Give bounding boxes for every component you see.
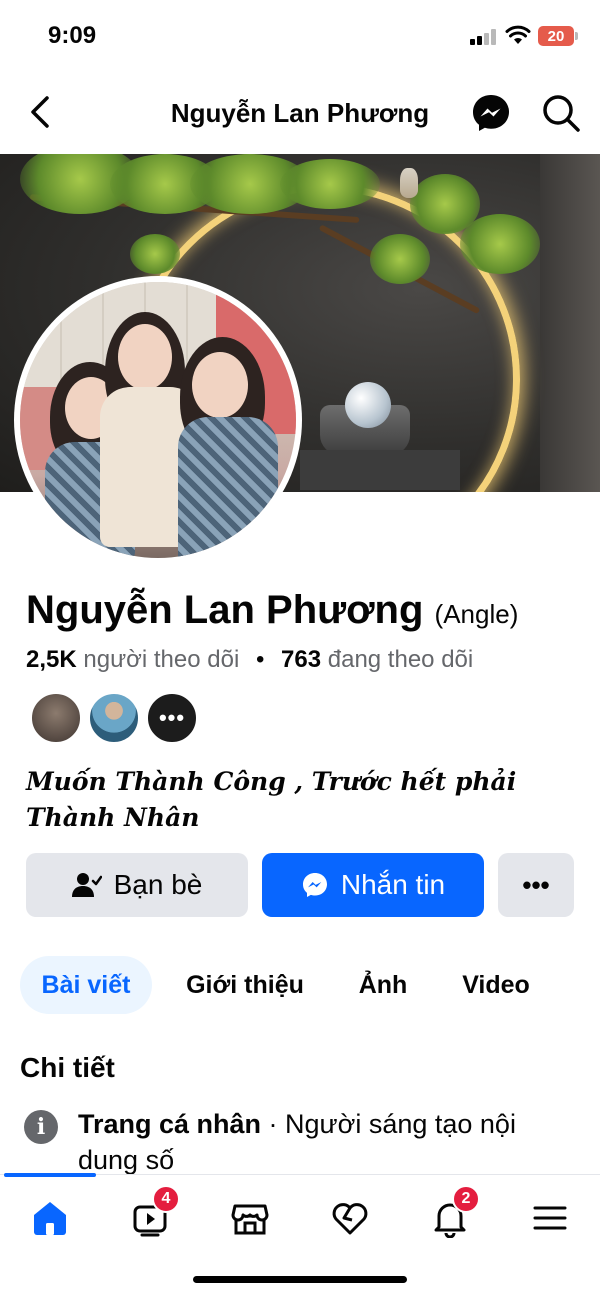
cover-wall [540, 154, 600, 492]
friends-button[interactable]: Bạn bè [26, 853, 248, 917]
cover-pine [370, 234, 430, 284]
status-bar: 9:09 20 [0, 0, 600, 70]
tab-photos[interactable]: Ảnh [340, 956, 426, 1014]
detail-text: Trang cá nhân · Người sáng tạo nội dung … [78, 1106, 578, 1178]
profile-alternate-name: (Angle) [434, 599, 519, 629]
details-heading: Chi tiết [20, 1052, 115, 1083]
messenger-icon [301, 871, 329, 899]
battery-tip [575, 32, 578, 40]
tab-posts[interactable]: Bài viết [20, 956, 152, 1014]
mutual-friend-avatar[interactable] [30, 692, 82, 744]
nav-video[interactable]: 4 [120, 1185, 180, 1243]
followers-count[interactable]: 2,5K [26, 646, 77, 673]
marketplace-icon [231, 1204, 269, 1235]
mutual-friends-more[interactable]: ••• [146, 692, 198, 744]
video-notification-badge: 4 [152, 1185, 180, 1213]
following-count[interactable]: 763 [281, 646, 321, 673]
cover-glass-ball [345, 382, 391, 428]
detail-label: Trang cá nhân [78, 1109, 262, 1139]
stats-separator: • [255, 646, 265, 673]
message-button[interactable]: Nhắn tin [262, 853, 484, 917]
cover-pine [280, 159, 380, 209]
tab-video[interactable]: Video [444, 956, 548, 1014]
friend-check-icon [71, 872, 102, 898]
nav-marketplace[interactable] [220, 1193, 280, 1243]
wifi-icon [505, 25, 531, 44]
nav-notifications[interactable]: 2 [420, 1185, 480, 1243]
search-icon [543, 95, 580, 132]
profile-name-text: Nguyễn Lan Phương [26, 588, 424, 632]
profile-bio: Muốn Thành Công , Trước hết phải Thành N… [26, 767, 517, 832]
dating-heart-icon [332, 1203, 368, 1235]
person-face [192, 352, 248, 418]
status-time: 9:09 [48, 22, 97, 49]
profile-tabs: Bài viết Giới thiệu Ảnh Video [0, 956, 600, 1014]
nav-menu[interactable] [520, 1193, 580, 1243]
nav-home[interactable] [20, 1193, 80, 1243]
notification-badge: 2 [452, 1185, 480, 1213]
avatar-photo [20, 282, 296, 558]
cover-pine [130, 234, 180, 274]
person-dress [178, 417, 278, 558]
top-app-bar: Nguyễn Lan Phương [0, 80, 600, 144]
followers-label[interactable]: người theo dõi [83, 646, 239, 673]
menu-icon [533, 1206, 567, 1230]
cover-stand [300, 450, 460, 490]
messenger-button[interactable] [470, 92, 512, 134]
cellular-signal-icon [470, 29, 498, 45]
profile-avatar[interactable] [14, 276, 302, 564]
message-button-label: Nhắn tin [340, 869, 446, 900]
search-button[interactable] [540, 92, 582, 134]
mutual-friends-avatars[interactable]: ••• [30, 692, 210, 746]
profile-stats: 2,5K người theo dõi • 763 đang theo dõi [26, 646, 473, 674]
friends-button-label: Bạn bè [113, 869, 203, 900]
active-tab-indicator [4, 1173, 96, 1177]
battery-indicator: 20 [538, 26, 574, 46]
home-icon [34, 1202, 66, 1235]
more-options-button[interactable]: ••• [498, 853, 574, 917]
person-face [118, 324, 172, 390]
cover-incense-burner [400, 168, 418, 198]
tab-about[interactable]: Giới thiệu [170, 956, 320, 1014]
nav-dating[interactable] [320, 1193, 380, 1243]
mutual-friend-avatar[interactable] [88, 692, 140, 744]
info-icon: i [24, 1110, 58, 1144]
home-indicator[interactable] [193, 1276, 407, 1283]
following-label[interactable]: đang theo dõi [328, 646, 473, 673]
profile-name: Nguyễn Lan Phương (Angle) [26, 588, 518, 633]
cover-pine [460, 214, 540, 274]
messenger-icon [473, 95, 509, 131]
